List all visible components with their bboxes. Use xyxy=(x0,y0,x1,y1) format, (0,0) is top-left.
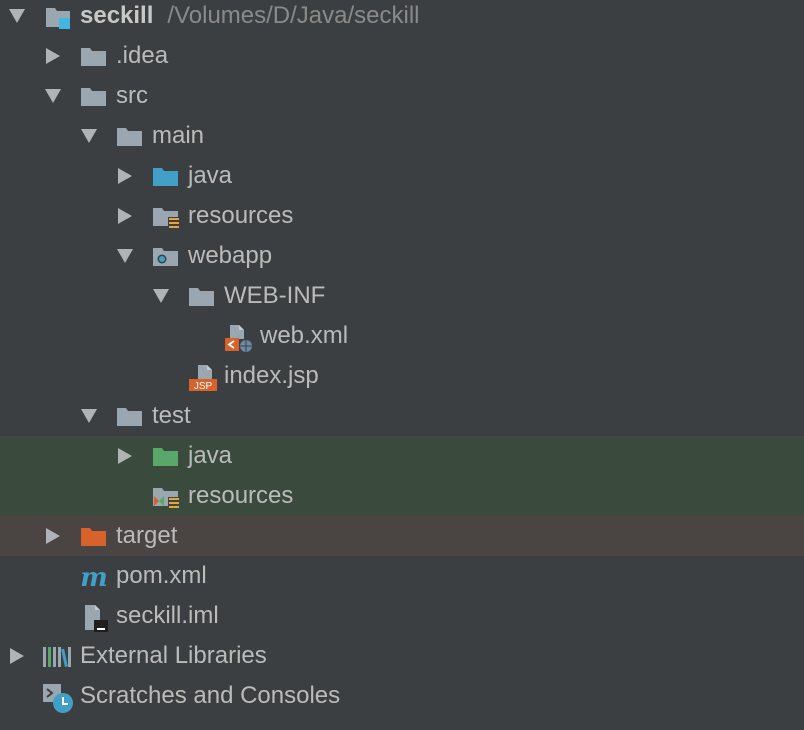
folder-icon xyxy=(116,403,144,431)
node-label: java xyxy=(188,442,233,469)
collapsed-arrow-icon[interactable] xyxy=(116,207,134,225)
project-name: seckill/Volumes/D/Java/seckill xyxy=(80,2,420,29)
library-icon xyxy=(42,643,71,671)
node-label: External Libraries xyxy=(80,642,267,669)
resources-folder-icon xyxy=(152,203,180,231)
excluded-folder-icon xyxy=(80,523,108,551)
node-label: resources xyxy=(188,202,294,229)
node-label: resources xyxy=(188,482,294,509)
node-label: test xyxy=(152,402,191,429)
folder-icon xyxy=(188,283,216,311)
expanded-arrow-icon[interactable] xyxy=(8,7,26,25)
jsp-file-icon: JSP xyxy=(188,363,217,392)
tree-row-test-resources[interactable]: resources xyxy=(0,476,804,516)
folder-icon xyxy=(80,83,108,111)
tree-row-test[interactable]: test xyxy=(0,396,804,436)
tree-row-web-inf[interactable]: WEB-INF xyxy=(0,276,804,316)
tree-row-src[interactable]: src xyxy=(0,76,804,116)
scratches-icon xyxy=(42,683,73,713)
node-label: .idea xyxy=(116,42,169,69)
node-label: web.xml xyxy=(260,322,349,349)
node-label: index.jsp xyxy=(224,362,319,389)
expanded-arrow-icon[interactable] xyxy=(80,127,98,145)
expanded-arrow-icon[interactable] xyxy=(80,407,98,425)
tree-row-webapp[interactable]: webapp xyxy=(0,236,804,276)
svg-text:m: m xyxy=(80,563,108,593)
collapsed-arrow-icon[interactable] xyxy=(44,527,62,545)
tree-row-main[interactable]: main xyxy=(0,116,804,156)
tree-row-test-java[interactable]: java xyxy=(0,436,804,476)
expanded-arrow-icon[interactable] xyxy=(152,287,170,305)
folder-icon xyxy=(80,43,108,71)
collapsed-arrow-icon[interactable] xyxy=(44,47,62,65)
tree-row-index-jsp[interactable]: JSP index.jsp xyxy=(0,356,804,396)
node-label: webapp xyxy=(188,242,273,269)
tree-row-main-java[interactable]: java xyxy=(0,156,804,196)
web-xml-file-icon xyxy=(224,323,252,352)
collapsed-arrow-icon[interactable] xyxy=(116,167,134,185)
module-folder-icon xyxy=(44,3,72,31)
tree-row-pom-xml[interactable]: m pom.xml xyxy=(0,556,804,596)
project-tree: seckill/Volumes/D/Java/seckill .idea src… xyxy=(0,0,804,730)
tree-row-project-root[interactable]: seckill/Volumes/D/Java/seckill xyxy=(0,0,804,36)
maven-icon: m xyxy=(78,563,108,593)
svg-text:JSP: JSP xyxy=(194,381,213,392)
source-folder-icon xyxy=(152,163,180,191)
tree-row-idea[interactable]: .idea xyxy=(0,36,804,76)
tree-row-seckill-iml[interactable]: seckill.iml xyxy=(0,596,804,636)
collapsed-arrow-icon[interactable] xyxy=(8,647,26,665)
tree-row-web-xml[interactable]: web.xml xyxy=(0,316,804,356)
tree-row-main-resources[interactable]: resources xyxy=(0,196,804,236)
test-resources-folder-icon xyxy=(152,483,180,511)
module-file-icon xyxy=(82,603,110,632)
node-label: WEB-INF xyxy=(224,282,326,309)
expanded-arrow-icon[interactable] xyxy=(116,247,134,265)
web-folder-icon xyxy=(152,243,180,271)
node-label: java xyxy=(188,162,233,189)
node-label: pom.xml xyxy=(116,562,207,589)
project-path: /Volumes/D/Java/seckill xyxy=(167,2,420,29)
tree-row-target[interactable]: target xyxy=(0,516,804,556)
node-label: main xyxy=(152,122,205,149)
tree-row-scratches[interactable]: Scratches and Consoles xyxy=(0,676,804,716)
node-label: Scratches and Consoles xyxy=(80,682,341,709)
node-label: seckill.iml xyxy=(116,602,219,629)
collapsed-arrow-icon[interactable] xyxy=(116,447,134,465)
expanded-arrow-icon[interactable] xyxy=(44,87,62,105)
node-label: src xyxy=(116,82,148,109)
test-source-folder-icon xyxy=(152,443,180,471)
node-label: target xyxy=(116,522,178,549)
folder-icon xyxy=(116,123,144,151)
tree-row-external-libraries[interactable]: External Libraries xyxy=(0,636,804,676)
